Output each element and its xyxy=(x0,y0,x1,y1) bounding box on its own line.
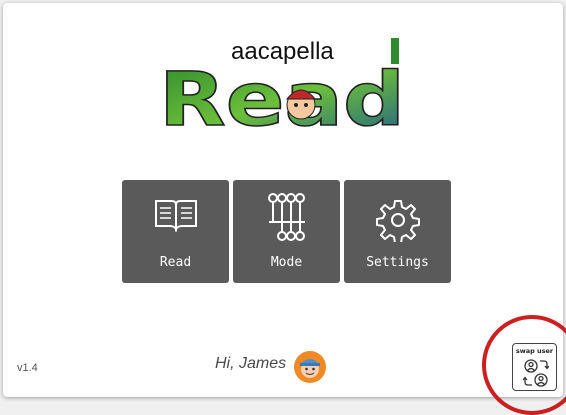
read-label: Read xyxy=(159,255,192,270)
main-menu: Read Mode Settings xyxy=(122,180,451,283)
app-window: aacapella Read Read Mode Settings v1.4 H… xyxy=(3,3,563,397)
mode-button[interactable]: Mode xyxy=(233,180,340,283)
settings-button[interactable]: Settings xyxy=(344,180,451,283)
settings-label: Settings xyxy=(366,255,429,270)
mode-icon xyxy=(233,192,340,247)
swap-user-icon xyxy=(523,359,549,387)
version-label: v1.4 xyxy=(17,362,38,374)
mode-label: Mode xyxy=(270,255,303,270)
swap-user-button[interactable]: swap user xyxy=(512,343,557,391)
user-avatar[interactable] xyxy=(293,350,327,384)
app-logo: aacapella Read xyxy=(158,38,406,133)
greeting-text: Hi, James xyxy=(215,355,287,372)
gear-icon xyxy=(344,198,451,247)
swap-user-label: swap user xyxy=(515,347,554,355)
book-icon xyxy=(122,198,229,237)
logo-main-text: Read xyxy=(159,57,405,133)
read-button[interactable]: Read xyxy=(122,180,229,283)
